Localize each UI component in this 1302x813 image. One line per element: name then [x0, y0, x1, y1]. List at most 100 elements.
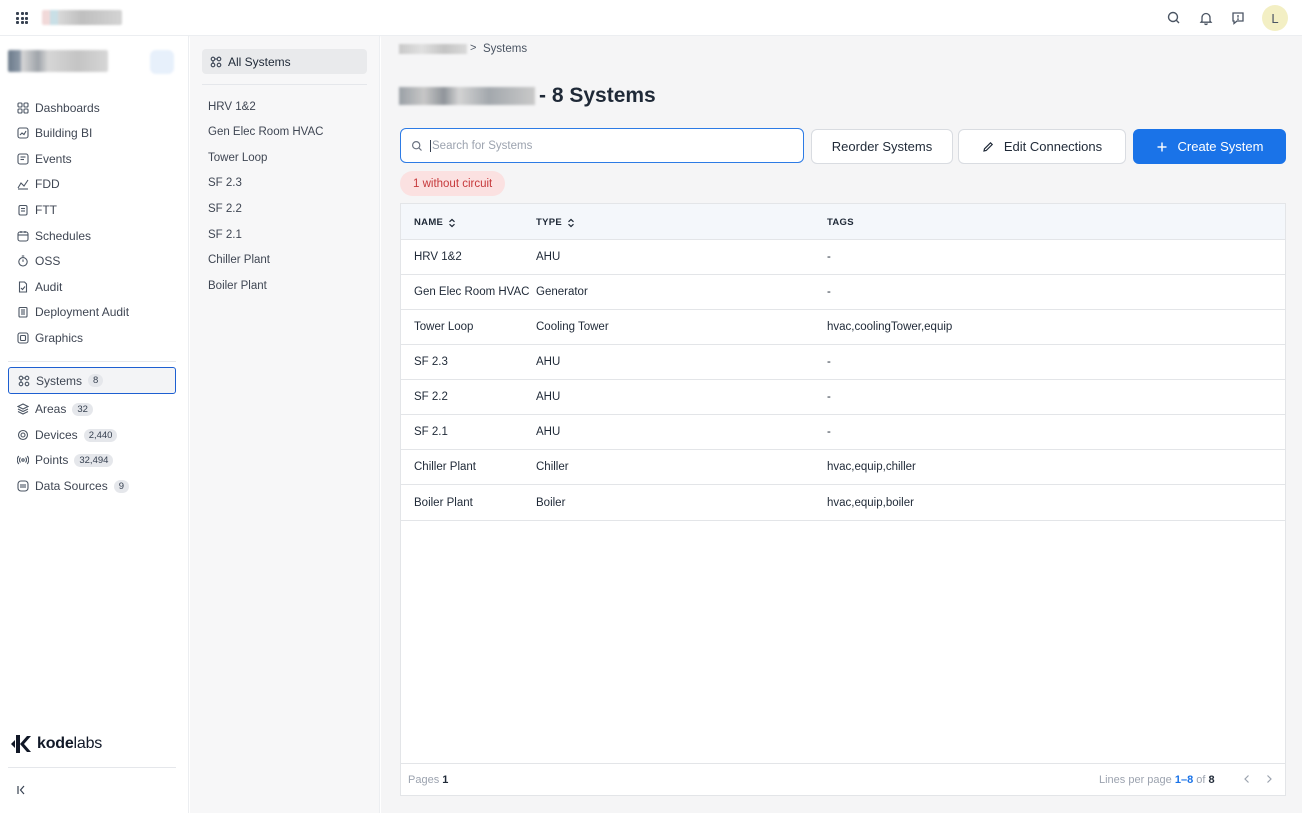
- lines-range[interactable]: 1–8: [1175, 774, 1193, 786]
- cell-tags: -: [827, 251, 831, 263]
- count-badge: 32: [72, 402, 93, 416]
- brand-text: kodelabs: [37, 735, 102, 753]
- system-list-item[interactable]: Gen Elec Room HVAC: [208, 126, 323, 138]
- cell-name: SF 2.3: [414, 356, 448, 368]
- nav-schedules[interactable]: Schedules: [8, 224, 176, 248]
- chevron-right-icon[interactable]: [1263, 773, 1275, 785]
- system-list-item[interactable]: SF 2.1: [208, 229, 242, 241]
- nav-devices[interactable]: Devices 2,440: [8, 423, 176, 447]
- lines-label: Lines per page: [1099, 774, 1172, 786]
- graphics-icon: [17, 332, 29, 344]
- nav-fdd[interactable]: FDD: [8, 172, 176, 196]
- app-logo[interactable]: [42, 10, 122, 25]
- system-list-item[interactable]: SF 2.2: [208, 203, 242, 215]
- table-row[interactable]: Boiler Plant Boiler hvac,equip,boiler: [401, 486, 1285, 521]
- nav-audit[interactable]: Audit: [8, 275, 176, 299]
- plus-icon: [1157, 142, 1166, 151]
- organization-name[interactable]: [8, 50, 108, 72]
- cell-type: Cooling Tower: [536, 321, 609, 333]
- timer-icon: [18, 255, 28, 267]
- brand-kode: kode: [37, 735, 74, 752]
- breadcrumb-site[interactable]: [399, 44, 467, 54]
- nav-label: Deployment Audit: [35, 305, 130, 319]
- nav-systems[interactable]: Systems 8: [8, 367, 176, 394]
- cell-type: AHU: [536, 356, 561, 368]
- column-header-name[interactable]: NAME: [414, 217, 456, 228]
- all-systems-item[interactable]: All Systems: [202, 49, 367, 74]
- nav-building-bi[interactable]: Building BI: [8, 121, 176, 145]
- all-systems-label: All Systems: [228, 54, 291, 69]
- nav-ftt[interactable]: FTT: [8, 198, 176, 222]
- system-list-item[interactable]: SF 2.3: [208, 177, 242, 189]
- cell-type: Chiller: [536, 461, 569, 473]
- column-header-type[interactable]: TYPE: [536, 217, 575, 228]
- nav-label: Systems: [36, 373, 83, 388]
- main-content: > Systems - 8 Systems Reorder Systems Ed…: [381, 36, 1302, 813]
- table-header: NAME TYPE TAGS: [401, 204, 1285, 240]
- table-footer: Pages 1 Lines per page 1–8 of 8: [401, 763, 1285, 796]
- cell-name: Boiler Plant: [414, 497, 473, 509]
- system-list-item[interactable]: HRV 1&2: [208, 101, 256, 113]
- broadcast-icon: [17, 455, 29, 465]
- search-box[interactable]: [400, 128, 804, 163]
- cell-tags: -: [827, 356, 831, 368]
- create-system-label: Create System: [1177, 139, 1264, 154]
- count-badge: 32,494: [74, 453, 114, 467]
- table-row[interactable]: SF 2.3 AHU -: [401, 345, 1285, 380]
- cell-name: Gen Elec Room HVAC: [414, 286, 530, 298]
- dashboard-icon: [17, 102, 29, 114]
- column-header-label: TAGS: [827, 217, 854, 228]
- search-input[interactable]: [430, 139, 780, 152]
- nav-graphics[interactable]: Graphics: [8, 326, 176, 350]
- chevron-left-icon[interactable]: [1241, 773, 1253, 785]
- nav-label: FTT: [35, 203, 57, 217]
- pages-value: 1: [442, 774, 449, 786]
- nav-label: Graphics: [35, 331, 84, 345]
- nav-label: Events: [35, 152, 72, 166]
- table-row[interactable]: SF 2.2 AHU -: [401, 380, 1285, 415]
- column-header-label: TYPE: [536, 217, 563, 228]
- cell-name: HRV 1&2: [414, 251, 462, 263]
- table-row[interactable]: Chiller Plant Chiller hvac,equip,chiller: [401, 450, 1285, 485]
- cell-type: AHU: [536, 426, 561, 438]
- create-system-button[interactable]: Create System: [1133, 129, 1286, 164]
- nav-deployment-audit[interactable]: Deployment Audit: [8, 300, 176, 324]
- system-list-item[interactable]: Tower Loop: [208, 152, 267, 164]
- nav-label: Dashboards: [35, 101, 100, 115]
- table-row[interactable]: Gen Elec Room HVAC Generator -: [401, 275, 1285, 310]
- cell-type: Boiler: [536, 497, 566, 509]
- nav-points[interactable]: Points 32,494: [8, 448, 176, 472]
- building-bi-icon: [17, 127, 29, 139]
- table-row[interactable]: HRV 1&2 AHU -: [401, 240, 1285, 275]
- nav-data-sources[interactable]: Data Sources 9: [8, 474, 176, 498]
- bell-icon[interactable]: [1197, 9, 1215, 27]
- nav-events[interactable]: Events: [8, 147, 176, 171]
- apps-grid-icon[interactable]: [16, 12, 28, 24]
- system-list-item[interactable]: Boiler Plant: [208, 280, 267, 292]
- breadcrumb-current: Systems: [483, 43, 528, 55]
- table-row[interactable]: SF 2.1 AHU -: [401, 415, 1285, 450]
- table-row[interactable]: Tower Loop Cooling Tower hvac,coolingTow…: [401, 310, 1285, 345]
- user-avatar[interactable]: L: [1262, 5, 1288, 31]
- collapse-sidebar-icon[interactable]: [16, 784, 28, 796]
- edit-connections-label: Edit Connections: [1003, 139, 1103, 154]
- nav-areas[interactable]: Areas 32: [8, 397, 176, 421]
- systems-table: NAME TYPE TAGS HRV 1&2 AHU - Gen Elec Ro…: [400, 203, 1286, 796]
- clipboard-icon: [18, 306, 28, 318]
- sidebar-divider: [8, 767, 176, 768]
- list-divider: [202, 84, 367, 85]
- nav-dashboards[interactable]: Dashboards: [8, 96, 176, 120]
- feedback-icon[interactable]: [1229, 9, 1247, 27]
- systems-list-pane: All Systems HRV 1&2 Gen Elec Room HVAC T…: [190, 36, 380, 813]
- cell-tags: -: [827, 391, 831, 403]
- organization-switch-icon[interactable]: [150, 50, 174, 74]
- data-source-icon: [17, 480, 29, 492]
- edit-connections-button[interactable]: Edit Connections: [958, 129, 1126, 164]
- system-list-item[interactable]: Chiller Plant: [208, 254, 270, 266]
- reorder-systems-button[interactable]: Reorder Systems: [811, 129, 953, 164]
- search-icon[interactable]: [1165, 9, 1183, 27]
- systems-icon: [18, 375, 30, 386]
- nav-oss[interactable]: OSS: [8, 249, 176, 273]
- without-circuit-filter-pill[interactable]: 1 without circuit: [400, 171, 506, 196]
- cell-tags: hvac,equip,chiller: [827, 461, 916, 473]
